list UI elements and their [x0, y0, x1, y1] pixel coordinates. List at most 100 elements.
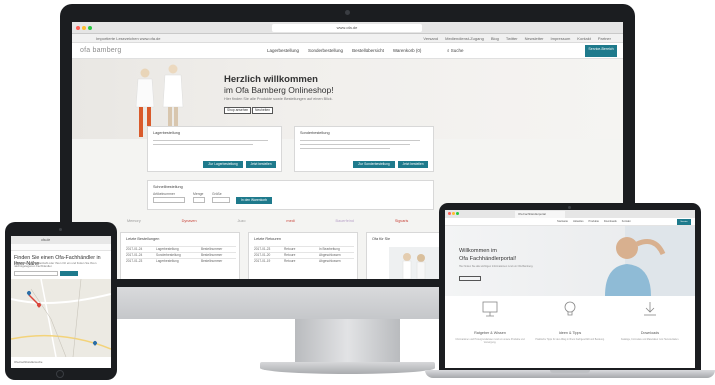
nav-item[interactable]: Produkte [589, 220, 599, 223]
feature-item[interactable]: Ideen & Tipps Praktische Tipps für den A… [535, 300, 605, 342]
nav-item[interactable]: Aktuelles [573, 220, 584, 223]
nav-item-sonderbestellung[interactable]: Sonderbestellung [308, 48, 343, 53]
service-button[interactable]: Service [677, 219, 691, 225]
hero-title: Willkommen im [459, 248, 497, 254]
brand-logo[interactable]: Memory [127, 219, 141, 223]
bookmark-link[interactable]: Twitter [506, 36, 518, 41]
maximize-window-button[interactable] [88, 26, 92, 30]
nav-item-lagerbestellung[interactable]: Lagerbestellung [267, 48, 299, 53]
table-cell: Abgeschlossen [319, 253, 341, 257]
close-window-button[interactable] [76, 26, 80, 30]
minimize-window-button[interactable] [452, 212, 455, 215]
site-header: ofa bamberg Lagerbestellung Sonderbestel… [72, 43, 623, 59]
laptop-screen: Ofa Fachhändlerportal Startseite Aktuell… [445, 210, 695, 368]
search-link[interactable]: ⌕ Suche [447, 48, 464, 53]
table-row[interactable]: 2017-01-24 Sonderbestellung Bestellnumme… [126, 252, 236, 257]
site-logo[interactable]: ofa bamberg [80, 47, 122, 54]
sonderbestellung-button[interactable]: Zur Sonderbestellung [353, 161, 395, 168]
bookmark-link[interactable]: Impressum [551, 36, 571, 41]
brand-logo[interactable]: Sigvaris [395, 219, 409, 223]
bookmark-link[interactable]: Kontakt [577, 36, 591, 41]
bookmark-link[interactable]: Versand [423, 36, 438, 41]
laptop-lid: Ofa Fachhändlerportal Startseite Aktuell… [439, 203, 701, 371]
lagerbestellung-panel: Lagerbestellung Zur Lagerbestellung Jetz… [147, 126, 282, 172]
table-cell: Sonderbestellung [156, 253, 181, 257]
bookmark-imported[interactable]: Importierte Lesezeichen www.ofa.de [96, 36, 160, 41]
browser-tab[interactable]: Ofa Fachhändlerportal [515, 211, 565, 218]
nav-item[interactable]: Downloads [604, 220, 617, 223]
maximize-window-button[interactable] [456, 212, 459, 215]
feature-text: Informationen und Hintergrundwissen rund… [455, 339, 525, 344]
order-now-button[interactable]: Jetzt bestellen [398, 161, 428, 168]
dealer-map[interactable] [11, 278, 111, 358]
zip-search-input[interactable] [14, 271, 58, 276]
table-cell: 2017-01-24 [126, 253, 143, 257]
feature-item[interactable]: Downloads Kataloge, Formulare und Materi… [615, 300, 685, 342]
bookmark-link[interactable]: Newsletter [525, 36, 544, 41]
brand-logo[interactable]: Dynaven [182, 219, 197, 223]
field-label: Artikelnummer [153, 192, 175, 196]
main-nav: Lagerbestellung Sonderbestellung Bestell… [267, 48, 421, 53]
bookmark-link[interactable]: Mediendienst-Zugang [445, 36, 484, 41]
nav-item[interactable]: Startseite [557, 220, 568, 223]
browser-toolbar: Ofa Fachhändlerportal [445, 210, 695, 218]
main-nav: Startseite Aktuelles Produkte Downloads … [557, 220, 631, 223]
site-header: Startseite Aktuelles Produkte Downloads … [445, 218, 695, 226]
table-cell: 2017-01-23 [254, 247, 271, 251]
panel-text [300, 140, 420, 142]
brand-logo[interactable]: medi [286, 219, 294, 223]
shop-button[interactable]: Shop ansehen [224, 107, 252, 114]
order-now-button[interactable]: Jetzt bestellen [246, 161, 276, 168]
table-cell: Bestellnummer [201, 247, 223, 251]
table-row[interactable]: 2017-01-20 Retoure Abgeschlossen [254, 252, 354, 257]
table-row[interactable]: 2017-01-23 Retoure In Bearbeitung [254, 246, 354, 251]
brand-logo[interactable]: Bauerfeind [336, 219, 354, 223]
tablet-device: ofa.de Finden Sie einen Ofa-Fachhändler … [5, 222, 117, 380]
quick-order-title: Schnellbestellung [153, 185, 183, 189]
bookmark-link[interactable]: Blog [491, 36, 499, 41]
panel-title: Lagerbestellung [153, 131, 181, 135]
feature-row: Ratgeber & Wissen Informationen und Hint… [445, 300, 695, 368]
panel-title: Sonderbestellung [300, 131, 330, 135]
news-button[interactable]: Neuheiten [252, 107, 274, 114]
imac-foot [260, 362, 435, 374]
table-cell: Retoure [284, 247, 296, 251]
hero-subtitle: im Ofa Bamberg Onlineshop! [224, 85, 334, 95]
lagerbestellung-button[interactable]: Zur Lagerbestellung [203, 161, 243, 168]
search-label: Suche [450, 48, 464, 53]
table-row[interactable]: 2017-01-23 Lagerbestellung Bestellnummer [126, 258, 236, 263]
tablet-screen: ofa.de Finden Sie einen Ofa-Fachhändler … [11, 236, 111, 368]
feature-title: Downloads [640, 331, 660, 335]
table-cell: Lagerbestellung [156, 259, 179, 263]
map-roads [11, 278, 111, 358]
browser-toolbar: www.ofa.de [72, 22, 623, 34]
close-window-button[interactable] [448, 212, 451, 215]
table-row[interactable]: 2017-01-19 Retoure Abgeschlossen [254, 258, 354, 263]
home-button[interactable] [56, 370, 64, 378]
minimize-window-button[interactable] [82, 26, 86, 30]
nav-item[interactable]: Kontakt [622, 220, 631, 223]
site-header [11, 244, 111, 251]
bookmark-link[interactable]: Partner [598, 36, 611, 41]
nav-item-warenkorb[interactable]: Warenkorb (0) [393, 48, 422, 53]
bookmarks-bar: Importierte Lesezeichen www.ofa.de Versa… [72, 34, 623, 43]
search-button[interactable] [60, 271, 78, 276]
table-cell: 2017-01-20 [254, 253, 271, 257]
brand-logo[interactable]: Juzo [238, 219, 246, 223]
table-row[interactable]: 2017-01-24 Lagerbestellung Bestellnummer [126, 246, 236, 251]
hero-banner: Willkommen im Ofa Fachhändlerportal! Hie… [445, 226, 695, 296]
address-bar[interactable]: ofa.de [41, 238, 50, 242]
imac-stand [295, 319, 400, 367]
panel-text [300, 144, 410, 146]
add-to-cart-button[interactable]: In den Warenkorb [236, 197, 272, 204]
article-number-input[interactable] [153, 197, 185, 203]
quantity-input[interactable] [193, 197, 205, 203]
feature-title: Ideen & Tipps [558, 331, 582, 335]
address-bar[interactable]: www.ofa.de [272, 24, 422, 32]
feature-item[interactable]: Ratgeber & Wissen Informationen und Hint… [455, 300, 525, 345]
table-cell: 2017-01-23 [126, 259, 143, 263]
size-input[interactable] [212, 197, 230, 203]
nav-item-bestelluebersicht[interactable]: Bestellübersicht [352, 48, 384, 53]
service-area-button[interactable]: Service-Bereich [585, 45, 617, 57]
hero-button[interactable] [459, 276, 481, 281]
